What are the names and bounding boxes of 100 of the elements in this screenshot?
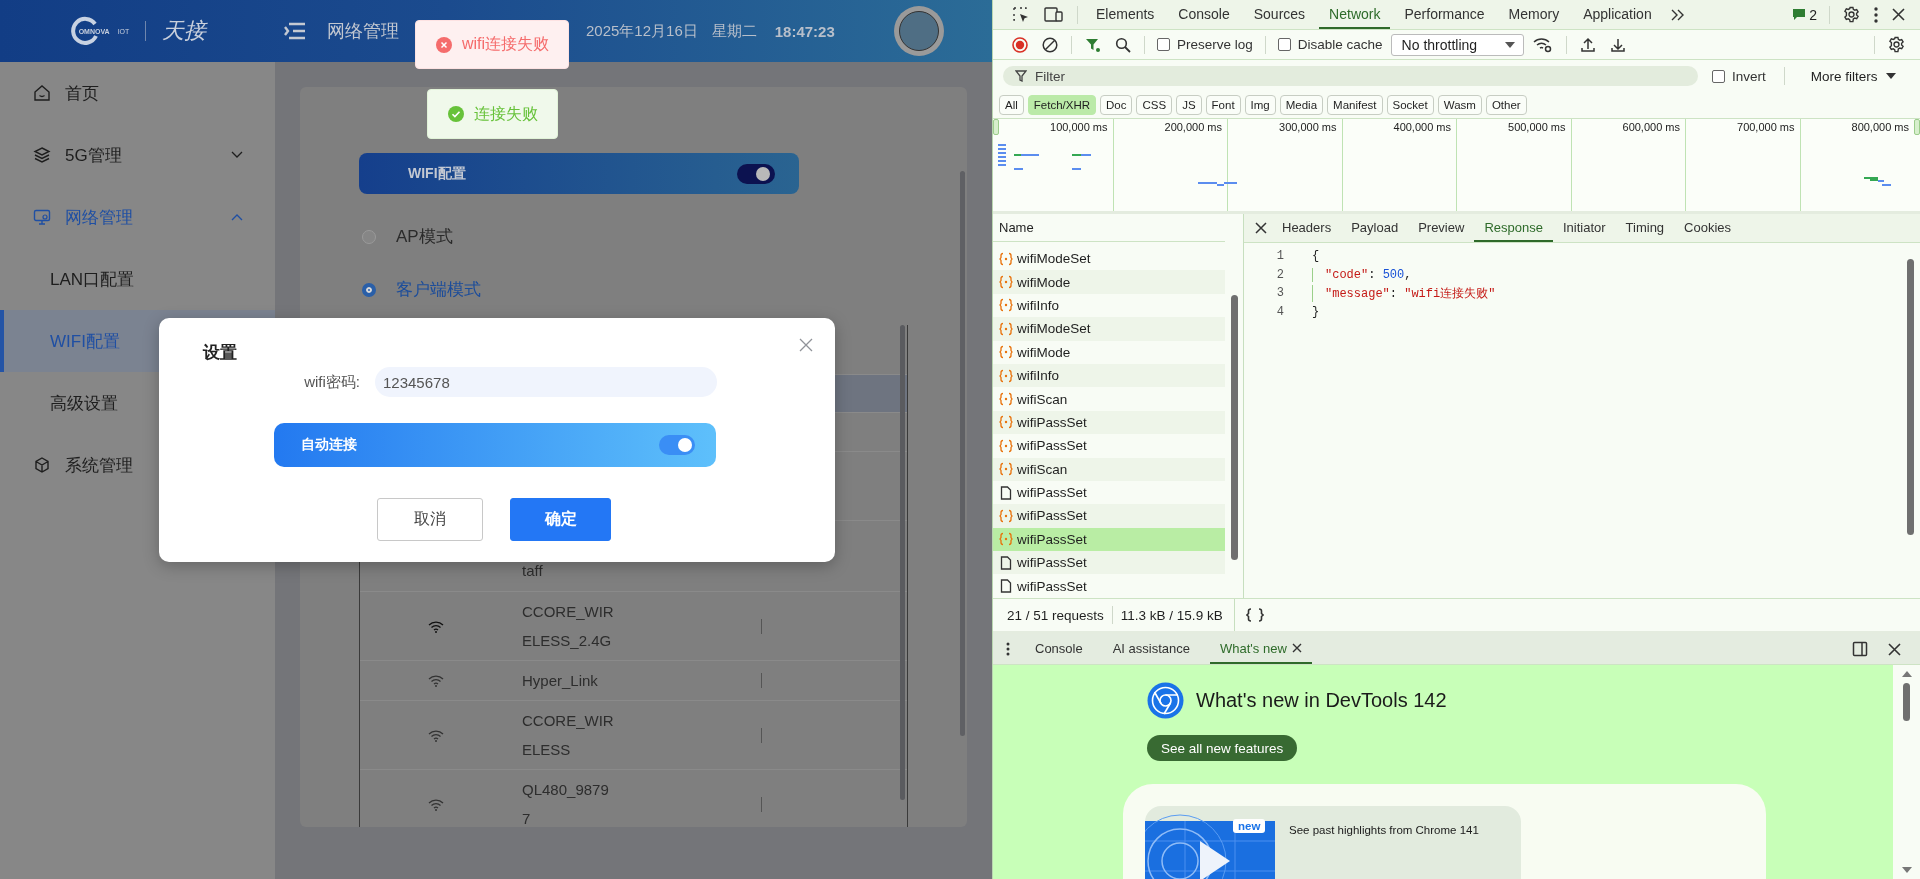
scrollbar-thumb[interactable] <box>1903 683 1910 721</box>
drawer-tab[interactable]: Console <box>1025 634 1093 664</box>
dock-side-icon[interactable] <box>1852 641 1868 657</box>
upload-icon[interactable] <box>1579 36 1596 53</box>
type-filter-chip[interactable]: Doc <box>1100 95 1133 115</box>
password-field[interactable]: 12345678 <box>375 367 717 397</box>
type-filter-chip[interactable]: All <box>999 95 1024 115</box>
search-icon[interactable] <box>1115 36 1131 53</box>
type-filter-chip[interactable]: Manifest <box>1327 95 1383 115</box>
request-row[interactable]: wifiModeSet <box>993 317 1225 341</box>
type-filter-chip[interactable]: Fetch/XHR <box>1027 95 1097 115</box>
menu-icon[interactable] <box>283 21 307 41</box>
disable-cache-checkbox[interactable]: Disable cache <box>1277 37 1383 52</box>
type-filter-chip[interactable]: Socket <box>1386 95 1434 115</box>
settings-icon[interactable] <box>1888 36 1905 53</box>
sidebar-subitem[interactable]: LAN口配置 <box>0 248 275 310</box>
scrollbar-thumb[interactable] <box>1907 259 1914 535</box>
line-number: 3 <box>1275 286 1284 301</box>
request-row[interactable]: wifiPassSet <box>993 480 1225 505</box>
network-conditions-icon[interactable] <box>1532 36 1553 53</box>
panel-tab[interactable]: Network <box>1319 0 1391 29</box>
detail-tab[interactable]: Preview <box>1408 214 1475 242</box>
inspect-icon[interactable] <box>1012 5 1030 24</box>
panel-tab[interactable]: Elements <box>1086 0 1165 29</box>
type-filter-chip[interactable]: JS <box>1176 95 1202 115</box>
preserve-log-checkbox[interactable]: Preserve log <box>1157 37 1253 52</box>
request-row[interactable]: wifiPassSet <box>993 434 1225 458</box>
request-row[interactable]: wifiPassSet <box>993 527 1225 552</box>
type-filter-chip[interactable]: Other <box>1485 95 1527 115</box>
wifi-toggle[interactable] <box>737 163 775 184</box>
throttling-select[interactable]: No throttling <box>1390 33 1524 56</box>
range-handle[interactable] <box>993 119 999 135</box>
pretty-print-icon[interactable] <box>1245 608 1264 622</box>
panel-tab[interactable]: Sources <box>1243 0 1316 29</box>
panel-tab[interactable]: Memory <box>1498 0 1570 29</box>
detail-tab[interactable]: Timing <box>1615 214 1675 242</box>
request-row[interactable]: wifiInfo <box>993 363 1225 388</box>
detail-tab[interactable]: Payload <box>1341 214 1409 242</box>
see-all-features-button[interactable]: See all new features <box>1147 735 1298 761</box>
close-icon[interactable] <box>1255 222 1267 234</box>
avatar[interactable] <box>894 6 944 56</box>
download-icon[interactable] <box>1609 36 1626 53</box>
request-row[interactable]: wifiPassSet <box>993 551 1225 575</box>
record-icon[interactable] <box>1012 36 1028 53</box>
mode-radio[interactable]: AP模式 <box>362 225 453 248</box>
request-row[interactable]: wifiScan <box>993 387 1225 411</box>
date-text: 2025年12月16日 <box>586 21 698 41</box>
detail-tab[interactable]: Headers <box>1272 214 1342 242</box>
code-line: "code": 500, <box>1312 267 1412 282</box>
document-icon <box>999 579 1013 594</box>
close-icon[interactable] <box>1888 642 1901 656</box>
more-filters-dropdown[interactable]: More filters <box>1810 68 1896 84</box>
column-header[interactable]: Name <box>993 214 1225 242</box>
request-row[interactable]: wifiPassSet <box>993 574 1225 598</box>
scroll-down-icon[interactable] <box>1901 867 1912 873</box>
settings-icon[interactable] <box>1843 6 1860 23</box>
request-row[interactable]: wifiModeSet <box>993 247 1225 271</box>
request-row[interactable]: wifiPassSet <box>993 504 1225 528</box>
drawer-tab[interactable]: AI assistance <box>1102 634 1201 664</box>
detail-tab[interactable]: Cookies <box>1674 214 1742 242</box>
filter-icon[interactable] <box>1085 36 1101 53</box>
detail-tab[interactable]: Response <box>1474 214 1553 242</box>
issues-badge[interactable]: 2 <box>1788 0 1821 29</box>
request-row[interactable]: wifiMode <box>993 270 1225 294</box>
sidebar-item[interactable]: 首页 <box>0 62 275 124</box>
scrollbar-thumb[interactable] <box>960 171 965 736</box>
invert-checkbox[interactable]: Invert <box>1712 68 1766 84</box>
type-filter-chip[interactable]: Media <box>1279 95 1324 115</box>
request-row[interactable]: wifiPassSet <box>993 410 1225 435</box>
code-braces-icon <box>999 298 1013 313</box>
type-filter-chip[interactable]: Font <box>1205 95 1241 115</box>
close-icon[interactable] <box>1892 8 1905 21</box>
panel-tab[interactable]: Performance <box>1394 0 1495 29</box>
close-icon[interactable] <box>1291 643 1302 653</box>
type-filter-chip[interactable]: Img <box>1244 95 1276 115</box>
request-row[interactable]: wifiInfo <box>993 293 1225 318</box>
timeline-tick-label: 800,000 ms <box>1851 121 1909 135</box>
more-options-icon[interactable] <box>1006 642 1010 656</box>
confirm-button[interactable]: 确定 <box>510 498 611 541</box>
range-handle[interactable] <box>1914 119 1920 135</box>
request-row[interactable]: wifiScan <box>993 457 1225 481</box>
filter-field[interactable]: Filter <box>1003 66 1698 86</box>
scroll-up-icon[interactable] <box>1901 671 1912 677</box>
cancel-button[interactable]: 取消 <box>377 498 483 541</box>
more-options-icon[interactable] <box>1874 6 1878 23</box>
scrollbar-thumb[interactable] <box>1230 295 1238 560</box>
panel-tab[interactable]: Application <box>1573 0 1662 29</box>
auto-connect-toggle[interactable] <box>659 435 695 455</box>
clear-icon[interactable] <box>1042 36 1058 53</box>
device-toolbar-icon[interactable] <box>1044 5 1064 24</box>
more-tabs-icon[interactable] <box>1670 8 1685 21</box>
sidebar-item[interactable]: 系统管理 <box>0 434 275 496</box>
detail-tab[interactable]: Initiator <box>1552 214 1616 242</box>
scrollbar-thumb[interactable] <box>900 325 905 800</box>
type-filter-chip[interactable]: Wasm <box>1437 95 1482 115</box>
sidebar-item[interactable]: 5G管理 <box>0 124 275 186</box>
request-row[interactable]: wifiMode <box>993 340 1225 364</box>
panel-tab[interactable]: Console <box>1168 0 1240 29</box>
highlight-tile[interactable]: new See past highlights from Chrome 141 <box>1145 806 1521 879</box>
type-filter-chip[interactable]: CSS <box>1136 95 1173 115</box>
